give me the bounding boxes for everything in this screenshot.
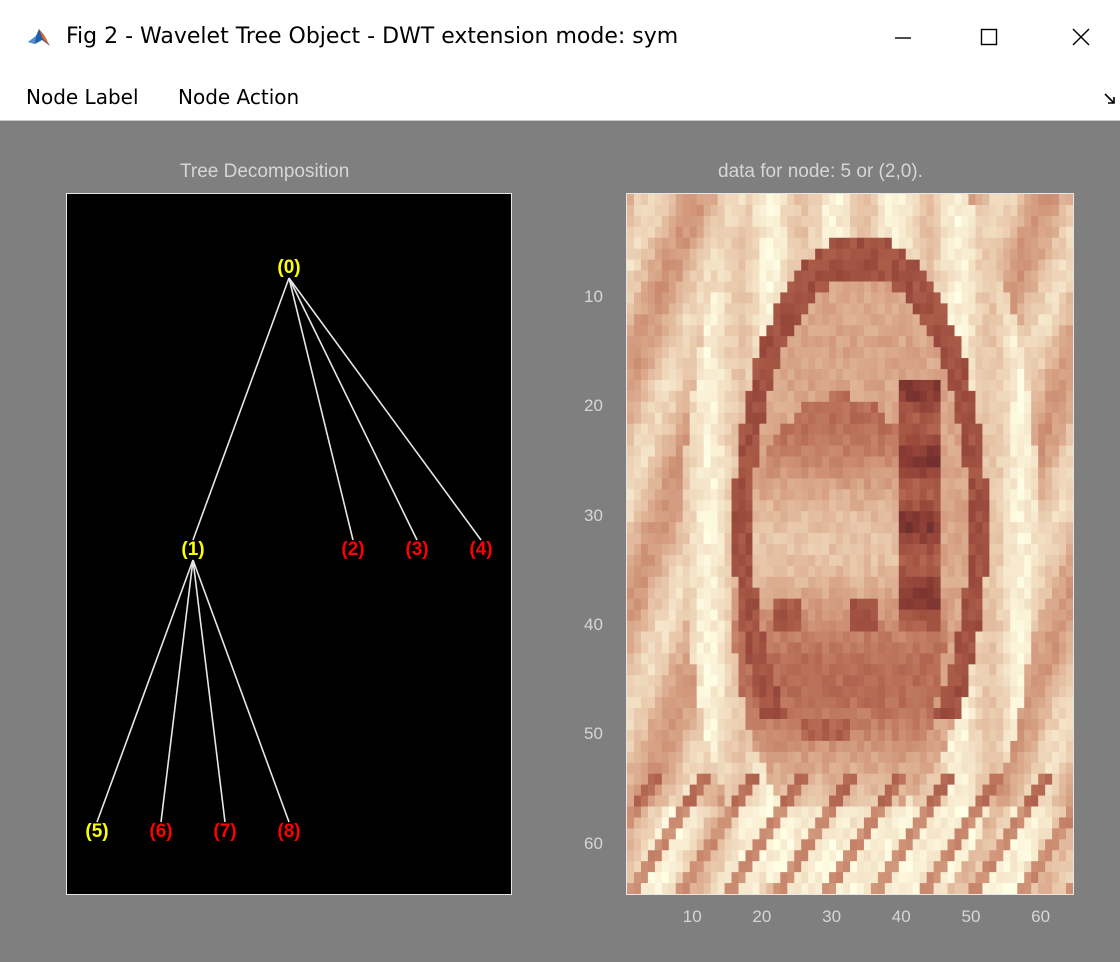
tree-node-4[interactable]: (4) bbox=[469, 539, 492, 561]
maximize-button[interactable] bbox=[954, 14, 1024, 60]
x-tick-label: 10 bbox=[682, 907, 702, 926]
figure-window: Fig 2 - Wavelet Tree Object - DWT extens… bbox=[0, 0, 1120, 962]
y-tick-label: 50 bbox=[584, 724, 603, 744]
menu-node-action[interactable]: Node Action bbox=[176, 82, 301, 112]
y-tick-label: 10 bbox=[584, 286, 603, 306]
x-tick-label: 20 bbox=[752, 907, 772, 926]
close-button[interactable] bbox=[1046, 14, 1116, 60]
tree-axes[interactable]: (0) (1) (2) (3) (4) (5) (6) (7) (8) bbox=[66, 193, 512, 895]
tree-node-6[interactable]: (6) bbox=[149, 821, 172, 843]
y-tick-label: 30 bbox=[584, 505, 603, 525]
tree-axes-title: Tree Decomposition bbox=[180, 161, 350, 182]
tree-node-8[interactable]: (8) bbox=[277, 821, 300, 843]
tree-edge bbox=[288, 277, 418, 541]
tree-node-7[interactable]: (7) bbox=[213, 821, 236, 843]
node-image bbox=[627, 194, 1073, 894]
x-tick-label: 60 bbox=[1031, 907, 1051, 926]
tree-edge bbox=[288, 277, 482, 541]
tree-node-2[interactable]: (2) bbox=[341, 539, 364, 561]
tree-edge bbox=[160, 559, 194, 823]
tree-node-1[interactable]: (1) bbox=[181, 539, 204, 561]
x-tick-label: 50 bbox=[961, 907, 981, 926]
minimize-icon bbox=[895, 37, 911, 39]
title-bar[interactable]: Fig 2 - Wavelet Tree Object - DWT extens… bbox=[0, 0, 1120, 74]
tree-edge bbox=[192, 559, 226, 823]
minimize-button[interactable] bbox=[868, 14, 938, 60]
y-tick-label: 40 bbox=[584, 615, 603, 635]
tree-edges bbox=[96, 277, 482, 823]
matlab-icon bbox=[26, 26, 52, 50]
menu-bar: Node Label Node Action bbox=[0, 74, 1120, 121]
tree-node-0[interactable]: (0) bbox=[277, 257, 300, 279]
tree-edge bbox=[192, 277, 290, 541]
image-axes-title: data for node: 5 or (2,0). bbox=[718, 161, 923, 182]
x-tick-label: 40 bbox=[891, 907, 911, 926]
tree-edge bbox=[192, 559, 290, 823]
y-tick-label: 60 bbox=[584, 833, 603, 853]
window-title: Fig 2 - Wavelet Tree Object - DWT extens… bbox=[66, 24, 679, 49]
image-axes[interactable] bbox=[626, 193, 1074, 895]
tree-node-3[interactable]: (3) bbox=[405, 539, 428, 561]
tree-node-5[interactable]: (5) bbox=[85, 821, 108, 843]
maximize-icon bbox=[980, 28, 998, 46]
x-tick-label: 30 bbox=[822, 907, 842, 926]
close-icon bbox=[1072, 28, 1090, 46]
y-tick-label: 20 bbox=[584, 396, 603, 416]
tree-edge bbox=[288, 277, 354, 541]
menu-node-label[interactable]: Node Label bbox=[24, 82, 141, 112]
toolbar-overflow-icon[interactable] bbox=[1104, 92, 1116, 104]
tree-edge bbox=[96, 559, 194, 823]
